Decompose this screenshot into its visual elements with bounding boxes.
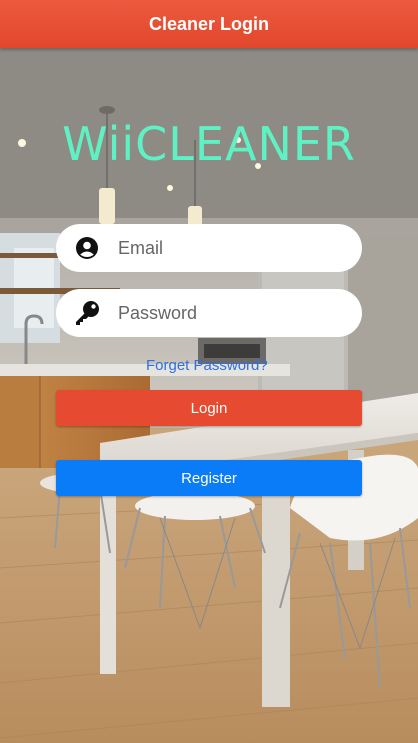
password-input[interactable] bbox=[118, 302, 348, 324]
email-field-container[interactable] bbox=[56, 224, 362, 272]
email-input[interactable] bbox=[118, 237, 348, 259]
key-icon bbox=[74, 300, 100, 326]
page-title: Cleaner Login bbox=[148, 13, 269, 34]
forgot-password-link[interactable]: Forget Password? bbox=[146, 357, 268, 374]
app-header: Cleaner Login bbox=[0, 0, 418, 48]
login-screen: Cleaner Login WiiCLEANER Forget Password… bbox=[0, 0, 418, 743]
brand-logo: WiiCLEANER bbox=[62, 117, 356, 171]
user-circle-icon bbox=[74, 235, 100, 261]
login-button[interactable]: Login bbox=[56, 390, 362, 426]
register-button[interactable]: Register bbox=[56, 460, 362, 496]
password-field-container[interactable] bbox=[56, 289, 362, 337]
